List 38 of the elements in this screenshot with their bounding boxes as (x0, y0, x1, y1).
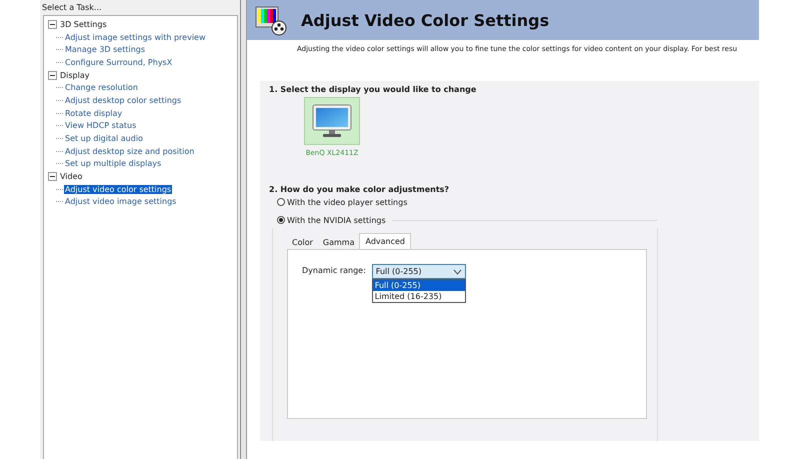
tab[interactable]: Advanced (359, 233, 411, 249)
tree-group[interactable]: Video (60, 172, 82, 182)
dropdown[interactable]: Full (0-255) (372, 264, 466, 279)
tab[interactable]: Color (287, 235, 318, 249)
panel-title: Select a Task... (41, 2, 103, 14)
dropdown-option[interactable]: Full (0-255) (372, 280, 465, 291)
field-label: Dynamic range: (302, 265, 366, 277)
dropdown-option[interactable]: Limited (16-235) (372, 291, 465, 302)
tree-item[interactable]: Adjust desktop size and position (64, 146, 196, 156)
radio-button[interactable] (277, 198, 285, 206)
tree-item[interactable]: View HDCP status (64, 121, 138, 130)
collapse-icon[interactable] (48, 172, 57, 182)
tree-item[interactable]: Set up multiple displays (64, 159, 162, 168)
tree-item[interactable]: Adjust video image settings (64, 197, 178, 206)
chevron-down-icon (452, 268, 462, 274)
section-title: 2. How do you make color adjustments? (269, 185, 450, 194)
collapse-icon[interactable] (48, 20, 57, 29)
collapse-icon[interactable] (48, 70, 57, 80)
tv-film-icon (255, 4, 287, 36)
splitter[interactable] (240, 0, 247, 459)
radio-label[interactable]: With the video player settings (287, 198, 408, 206)
radio-label[interactable]: With the NVIDIA settings (287, 216, 386, 224)
tree-group[interactable]: Display (60, 70, 90, 80)
tab[interactable]: Gamma (318, 235, 360, 249)
tree-item[interactable]: Configure Surround, PhysX (64, 58, 174, 67)
tree-item[interactable]: Change resolution (64, 83, 139, 92)
display-tile[interactable] (304, 97, 360, 145)
tree-item[interactable]: Adjust desktop color settings (64, 96, 182, 105)
tree-item[interactable]: Adjust image settings with preview (64, 32, 207, 42)
radio-button[interactable] (277, 216, 285, 224)
page-title: Adjust Video Color Settings (301, 10, 550, 30)
tree-item[interactable]: Rotate display (64, 108, 124, 118)
monitor-icon (312, 104, 352, 138)
tree-item[interactable]: Manage 3D settings (64, 45, 146, 54)
section-title: 1. Select the display you would like to change (269, 85, 478, 94)
tree-item[interactable]: Set up digital audio (64, 134, 144, 144)
tree-item[interactable]: Adjust video color settings (64, 184, 172, 194)
tree-group[interactable]: 3D Settings (60, 20, 107, 29)
